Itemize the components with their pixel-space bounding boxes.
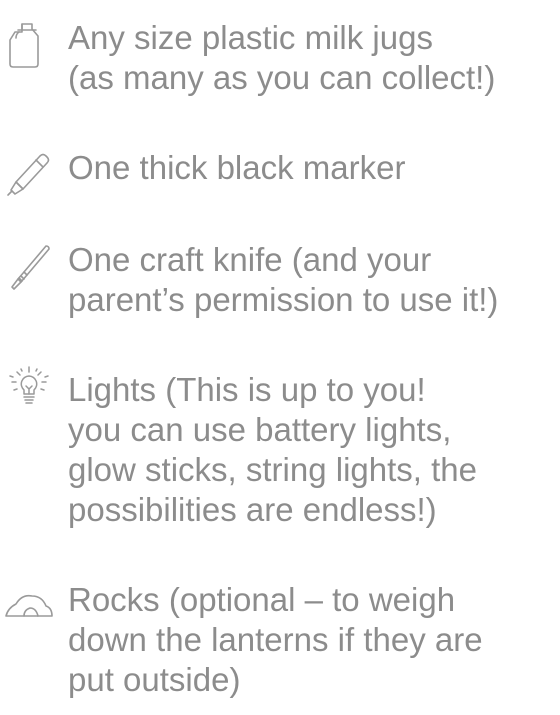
supply-text: Rocks (optional – to weigh down the lant… <box>68 580 560 700</box>
supplies-list: { "items": [ { "icon": "milk-jug-icon", … <box>0 0 560 715</box>
supply-line: glow sticks, string lights, the <box>68 451 477 488</box>
supply-text: Any size plastic milk jugs (as many as y… <box>68 18 560 98</box>
supply-line: One craft knife (and your <box>68 241 432 278</box>
supply-text: Lights (This is up to you! you can use b… <box>68 370 560 530</box>
supply-line: One thick black marker <box>68 149 406 186</box>
supply-line: down the lanterns if they are <box>68 621 483 658</box>
supply-line: Lights (This is up to you! <box>68 371 426 408</box>
supply-line: Any size plastic milk jugs <box>68 19 433 56</box>
supply-line: put outside) <box>68 661 241 698</box>
rocks-icon <box>2 580 56 630</box>
supply-text: One thick black marker <box>68 148 560 188</box>
milk-jug-icon <box>2 20 56 70</box>
craft-knife-icon <box>2 242 56 292</box>
supply-line: Rocks (optional – to weigh <box>68 581 456 618</box>
supply-line: parent’s permission to use it!) <box>68 281 499 318</box>
supply-line: (as many as you can collect!) <box>68 59 496 96</box>
marker-icon <box>2 148 56 198</box>
supply-line: you can use battery lights, <box>68 411 452 448</box>
light-bulb-icon <box>2 364 56 414</box>
supply-text: One craft knife (and your parent’s permi… <box>68 240 560 320</box>
supply-line: possibilities are endless!) <box>68 491 437 528</box>
